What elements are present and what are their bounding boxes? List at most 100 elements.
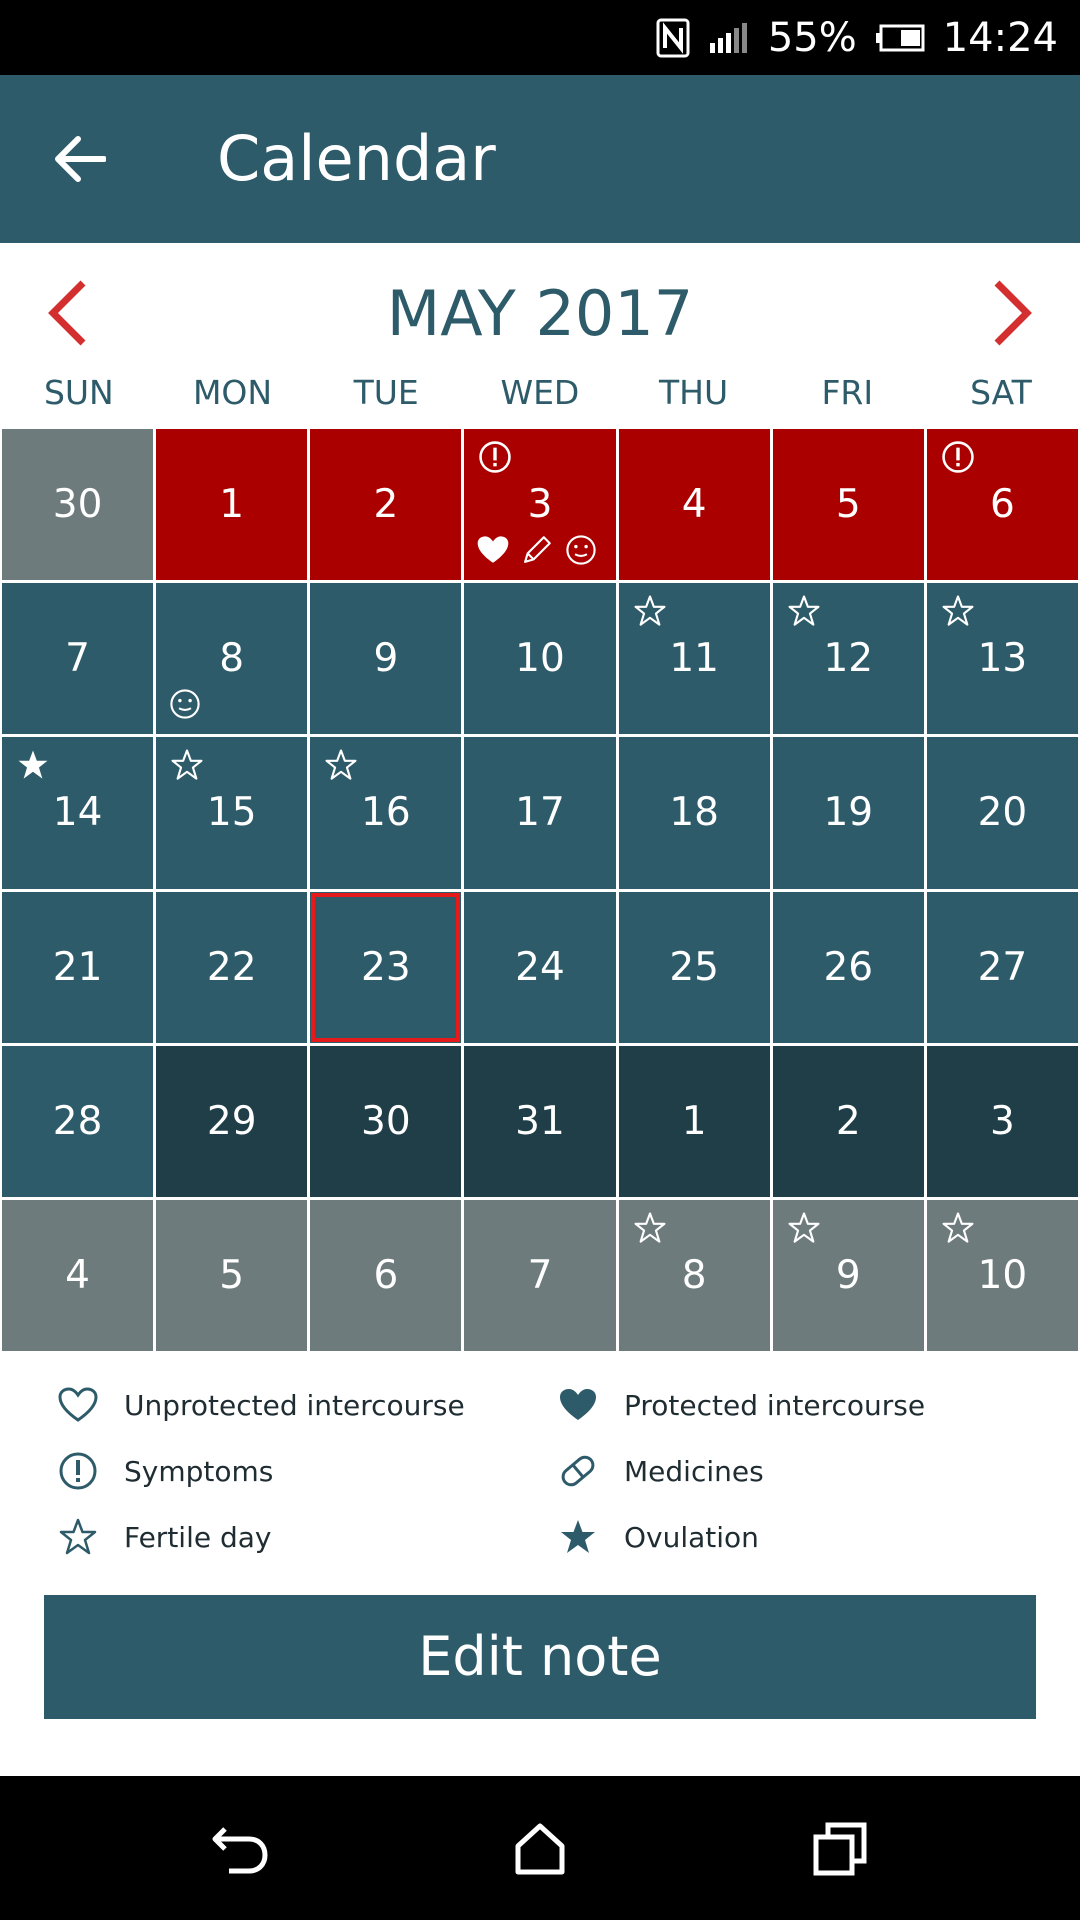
day-cell[interactable]: 25 xyxy=(618,891,770,1043)
day-number: 19 xyxy=(823,790,874,836)
day-cell[interactable]: 1 xyxy=(156,429,308,581)
back-button[interactable] xyxy=(40,119,120,199)
day-cell[interactable]: 8 xyxy=(156,583,308,735)
day-cell[interactable]: 4 xyxy=(618,429,770,581)
star-outline-icon xyxy=(633,1210,667,1244)
month-label: MAY 2017 xyxy=(386,277,694,350)
day-number: 10 xyxy=(515,636,565,682)
day-number: 2 xyxy=(835,1098,861,1144)
legend-item-fertile: Fertile day xyxy=(52,1512,271,1562)
day-cell[interactable]: 1 xyxy=(618,1045,770,1197)
star-outline-icon xyxy=(941,593,975,627)
page-title: Calendar xyxy=(217,122,496,195)
clock: 14:24 xyxy=(942,14,1058,61)
day-cell[interactable]: 2 xyxy=(772,1045,924,1197)
legend-label: Ovulation xyxy=(624,1520,759,1554)
day-number: 11 xyxy=(669,636,719,682)
next-month-button[interactable] xyxy=(978,273,1048,353)
legend-item-ovulation: Ovulation xyxy=(552,1512,759,1562)
day-note-icons xyxy=(476,532,598,566)
legend-label: Medicines xyxy=(624,1454,764,1488)
day-number: 30 xyxy=(52,482,103,528)
day-number: 13 xyxy=(977,636,1028,682)
day-cell[interactable]: 4 xyxy=(2,1199,154,1351)
day-cell[interactable]: 9 xyxy=(772,1199,924,1351)
day-cell[interactable]: 26 xyxy=(772,891,924,1043)
day-cell[interactable]: 30 xyxy=(2,429,154,581)
weekday-fri: FRI xyxy=(821,373,874,412)
day-cell[interactable]: 6 xyxy=(310,1199,462,1351)
star-outline-icon xyxy=(52,1512,104,1562)
star-outline-icon xyxy=(170,747,204,781)
nfc-icon xyxy=(656,18,690,58)
day-number: 29 xyxy=(206,1098,257,1144)
star-filled-icon xyxy=(16,747,50,781)
day-cell[interactable]: 28 xyxy=(2,1045,154,1197)
heart-filled-icon xyxy=(476,532,510,566)
day-number: 23 xyxy=(361,944,411,990)
day-cell[interactable]: 11 xyxy=(618,583,770,735)
day-cell[interactable]: 16 xyxy=(310,737,462,889)
day-cell[interactable]: 19 xyxy=(772,737,924,889)
day-cell[interactable]: 10 xyxy=(464,583,616,735)
nav-back-icon xyxy=(212,1827,268,1874)
day-cell[interactable]: 6 xyxy=(926,429,1078,581)
smiley-icon xyxy=(168,686,202,720)
day-number: 5 xyxy=(219,1252,245,1298)
day-cell[interactable]: 10 xyxy=(926,1199,1078,1351)
nav-back-button[interactable] xyxy=(196,1804,286,1894)
day-cell[interactable]: 2 xyxy=(310,429,462,581)
day-cell[interactable]: 15 xyxy=(156,737,308,889)
edit-note-button[interactable]: Edit note xyxy=(44,1595,1036,1719)
weekday-mon: MON xyxy=(192,373,273,412)
day-number: 8 xyxy=(219,636,245,682)
day-cell[interactable]: 22 xyxy=(156,891,308,1043)
day-cell[interactable]: 3 xyxy=(926,1045,1078,1197)
arrow-back-icon xyxy=(55,136,106,182)
day-number: 3 xyxy=(990,1098,1015,1144)
day-cell[interactable]: 12 xyxy=(772,583,924,735)
day-cell[interactable]: 18 xyxy=(618,737,770,889)
day-cell[interactable]: 3 xyxy=(464,429,616,581)
calendar-grid: 30 1 2 3 4 5 6 7 8 9 10 11 12 13 14 15 16 17 18 19 20 21 22 23 2… xyxy=(2,429,1078,1351)
day-cell[interactable]: 14 xyxy=(2,737,154,889)
day-number: 1 xyxy=(681,1098,707,1144)
day-cell[interactable]: 17 xyxy=(464,737,616,889)
status-icons: 55% 14:24 xyxy=(656,0,1058,75)
day-cell[interactable]: 5 xyxy=(156,1199,308,1351)
day-cell[interactable]: 13 xyxy=(926,583,1078,735)
day-cell[interactable]: 20 xyxy=(926,737,1078,889)
day-number: 27 xyxy=(977,944,1028,990)
nav-recents-button[interactable] xyxy=(795,1804,885,1894)
day-number: 12 xyxy=(823,636,874,682)
day-number: 7 xyxy=(65,636,90,682)
day-cell[interactable]: 24 xyxy=(464,891,616,1043)
day-number: 28 xyxy=(52,1098,103,1144)
weekday-header: SUN MON TUE WED THU FRI SAT xyxy=(2,363,1078,423)
app-bar: Calendar xyxy=(0,75,1080,243)
day-cell[interactable]: 9 xyxy=(310,583,462,735)
day-cell[interactable]: 7 xyxy=(2,583,154,735)
day-cell-selected[interactable]: 23 xyxy=(310,891,462,1043)
day-cell[interactable]: 27 xyxy=(926,891,1078,1043)
day-number: 30 xyxy=(361,1098,411,1144)
day-cell[interactable]: 21 xyxy=(2,891,154,1043)
star-outline-icon xyxy=(633,593,667,627)
chevron-right-icon xyxy=(994,280,1032,346)
day-number: 9 xyxy=(373,636,399,682)
legend-label: Fertile day xyxy=(124,1520,272,1554)
day-cell[interactable]: 29 xyxy=(156,1045,308,1197)
day-cell[interactable]: 7 xyxy=(464,1199,616,1351)
day-number: 21 xyxy=(52,944,103,990)
day-cell[interactable]: 8 xyxy=(618,1199,770,1351)
day-number: 6 xyxy=(373,1252,399,1298)
heart-filled-icon xyxy=(552,1380,604,1430)
day-cell[interactable]: 31 xyxy=(464,1045,616,1197)
day-cell[interactable]: 30 xyxy=(310,1045,462,1197)
legend-label: Symptoms xyxy=(124,1454,274,1488)
weekday-thu: THU xyxy=(659,373,729,412)
day-cell[interactable]: 5 xyxy=(772,429,924,581)
heart-outline-icon xyxy=(52,1380,104,1430)
day-number: 6 xyxy=(990,482,1015,528)
nav-home-button[interactable] xyxy=(495,1804,585,1894)
